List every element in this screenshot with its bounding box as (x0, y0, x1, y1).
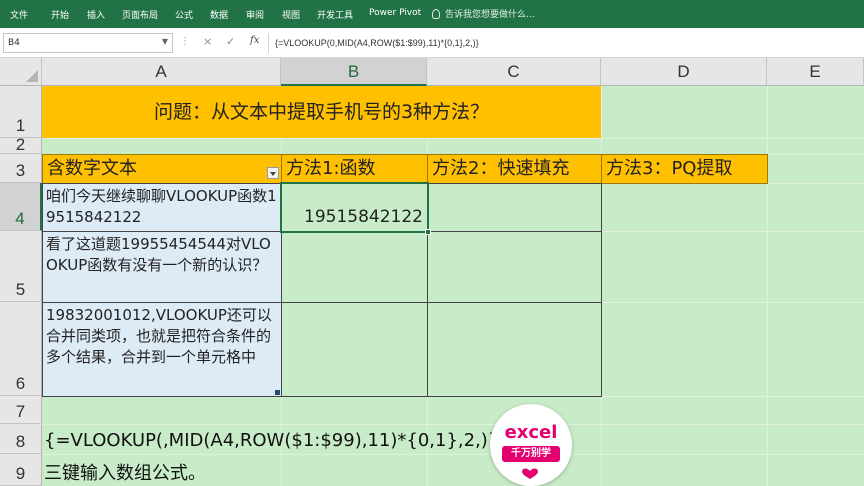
name-box-value: B4 (8, 38, 20, 48)
filter-dropdown-button[interactable] (267, 167, 279, 179)
cell-a6[interactable]: 19832001012,VLOOKUP还可以合并同类项，也就是把符合条件的多个结… (42, 302, 282, 397)
column-header-b[interactable]: B (281, 58, 427, 86)
heart-icon (522, 468, 538, 479)
tab-review[interactable]: 审阅 (246, 8, 264, 21)
header-cell-a3[interactable]: 含数字文本 (42, 154, 282, 184)
header-cell-c3[interactable]: 方法2：快速填充 (427, 154, 602, 184)
tab-power-pivot[interactable]: Power Pivot (369, 8, 421, 18)
row-header-8[interactable]: 8 (0, 424, 42, 454)
cell-a4[interactable]: 咱们今天继续聊聊VLOOKUP函数19515842122 (42, 183, 282, 232)
drag-handle-icon[interactable]: ⋮ (180, 36, 190, 47)
select-all-triangle-icon (26, 70, 38, 82)
resize-corner-icon (275, 390, 280, 395)
gridline (42, 138, 864, 139)
select-all-button[interactable] (0, 58, 42, 86)
ribbon-tab-bar: 文件 开始 插入 页面布局 公式 数据 审阅 视图 开发工具 Power Piv… (0, 0, 864, 28)
insert-function-button[interactable]: fx (250, 35, 259, 46)
enter-button[interactable]: ✓ (226, 35, 235, 48)
cell-b6[interactable] (281, 302, 428, 397)
tab-insert[interactable]: 插入 (87, 8, 105, 21)
logo-word: excel (504, 422, 558, 443)
cell-b5[interactable] (281, 231, 428, 303)
header-text: 含数字文本 (47, 158, 137, 179)
logo-subtitle: 千万别学 (502, 446, 560, 462)
active-cell-b4[interactable]: 19515842122 (280, 182, 431, 235)
cancel-button[interactable]: × (203, 35, 212, 48)
cell-a5[interactable]: 看了这道题19955454544对VLOOKUP函数有没有一个新的认识？ (42, 231, 282, 303)
tab-view[interactable]: 视图 (282, 8, 300, 21)
tab-home[interactable]: 开始 (51, 8, 69, 21)
row-header-9[interactable]: 9 (0, 454, 42, 486)
column-header-c[interactable]: C (427, 58, 601, 86)
header-cell-b3[interactable]: 方法1:函数 (281, 154, 428, 184)
tell-me-search[interactable]: 告诉我您想要做什么... (432, 7, 535, 20)
tab-data[interactable]: 数据 (210, 8, 228, 21)
row-header-7[interactable]: 7 (0, 396, 42, 424)
tab-file[interactable]: 文件 (10, 8, 28, 21)
header-cell-d3[interactable]: 方法3：PQ提取 (601, 154, 768, 184)
lightbulb-icon (432, 9, 440, 19)
row-header-6[interactable]: 6 (0, 302, 42, 396)
formula-note-cell-a8[interactable]: {=VLOOKUP(,MID(A4,ROW($1:$99),11)*{0,1},… (44, 430, 499, 451)
row-header-5[interactable]: 5 (0, 231, 42, 302)
tell-me-text: 告诉我您想要做什么... (445, 10, 535, 20)
column-header-a[interactable]: A (42, 58, 281, 86)
row-header-4[interactable]: 4 (0, 183, 42, 231)
column-header-e[interactable]: E (767, 58, 864, 86)
instruction-cell-a9[interactable]: 三键输入数组公式。 (44, 459, 206, 485)
gridline (42, 454, 864, 455)
excel-logo-badge: excel 千万别学 (490, 404, 572, 486)
title-cell[interactable]: 问题：从文本中提取手机号的3种方法？ (42, 86, 601, 138)
row-header-3[interactable]: 3 (0, 154, 42, 183)
tab-formulas[interactable]: 公式 (175, 8, 193, 21)
cell-c5[interactable] (427, 231, 602, 303)
tab-page-layout[interactable]: 页面布局 (122, 8, 158, 21)
row-header-2[interactable]: 2 (0, 136, 42, 154)
tab-developer[interactable]: 开发工具 (317, 8, 353, 21)
name-box[interactable]: B4 ▼ (3, 33, 173, 53)
cell-b4-value: 19515842122 (304, 207, 423, 227)
gridline (767, 86, 768, 486)
cell-c6[interactable] (427, 302, 602, 397)
formula-input[interactable]: {=VLOOKUP(0,MID(A4,ROW($1:$99),11)*{0,1}… (268, 33, 862, 53)
chevron-down-icon[interactable]: ▼ (162, 37, 168, 46)
cell-c4[interactable] (427, 183, 602, 232)
cell-a6-text: 19832001012,VLOOKUP还可以合并同类项，也就是把符合条件的多个结… (46, 306, 272, 366)
row-header-1[interactable]: 1 (0, 86, 42, 138)
gridline (42, 424, 864, 425)
fill-handle[interactable] (425, 229, 431, 235)
column-header-d[interactable]: D (601, 58, 767, 86)
worksheet-grid[interactable]: A B C D E 1 2 3 4 5 6 7 8 9 问题：从文本中提取手机号… (0, 58, 864, 486)
formula-bar: B4 ▼ ⋮ × ✓ fx {=VLOOKUP(0,MID(A4,ROW($1:… (0, 28, 864, 58)
